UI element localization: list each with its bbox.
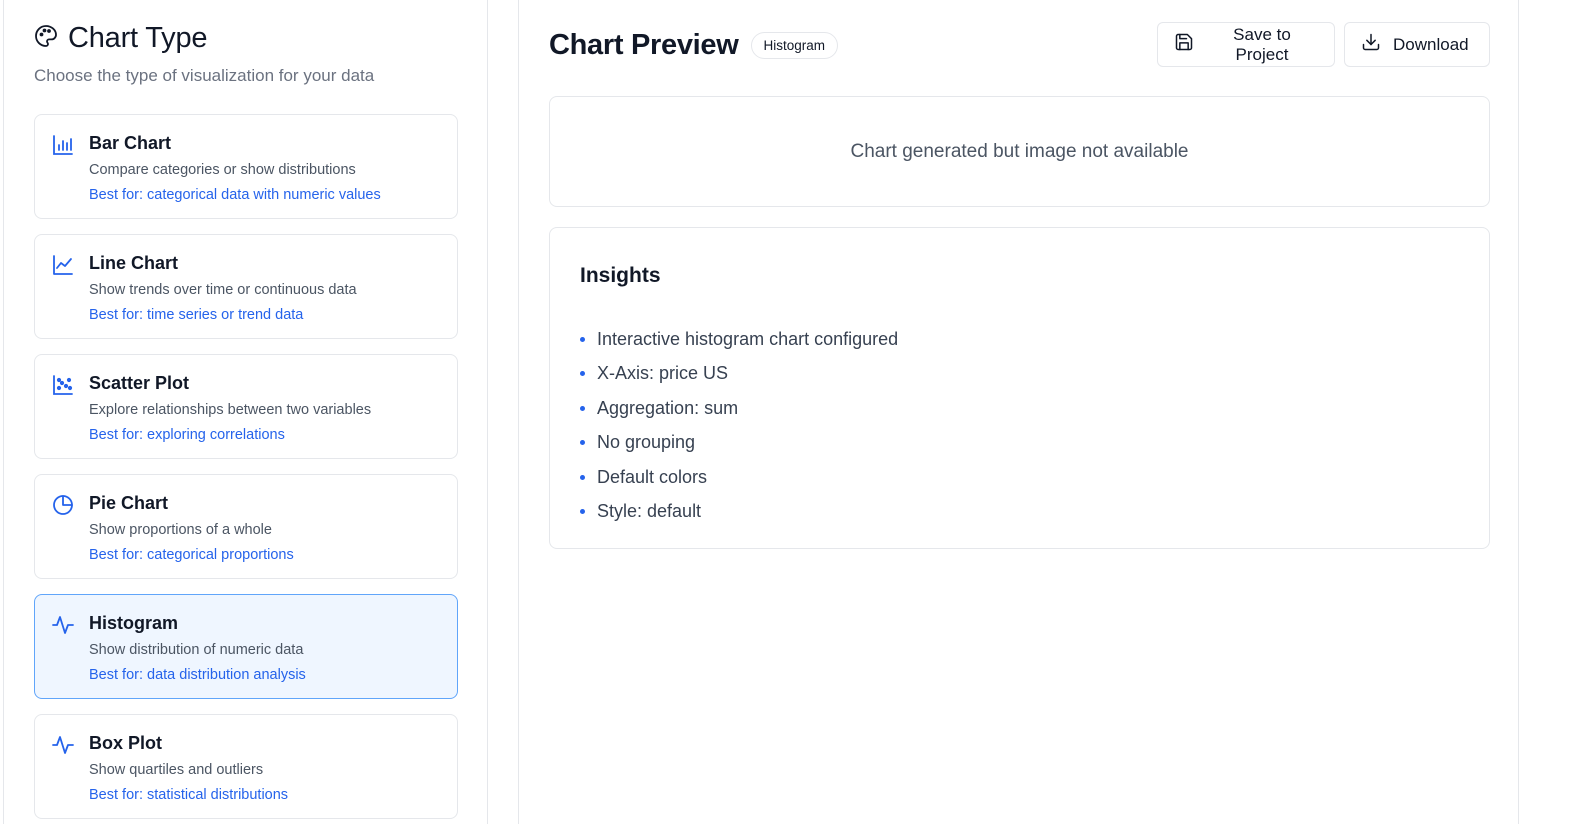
- chart-preview-panel: Chart Preview Histogram Save to Project …: [518, 0, 1519, 824]
- chart-type-card-best: Best for: exploring correlations: [89, 427, 285, 443]
- download-label: Download: [1393, 34, 1469, 54]
- app-page: Chart Type Choose the type of visualizat…: [0, 0, 1593, 824]
- chart-type-card-line[interactable]: Line Chart Show trends over time or cont…: [34, 234, 458, 339]
- pie-chart-icon: [51, 493, 75, 517]
- scatter-plot-icon: [51, 373, 75, 397]
- chart-type-card-pie[interactable]: Pie Chart Show proportions of a whole Be…: [34, 474, 458, 579]
- insight-item: Default colors: [580, 460, 898, 495]
- chart-type-card-best: Best for: data distribution analysis: [89, 667, 306, 683]
- chart-type-card-title: Histogram: [89, 613, 179, 633]
- bullet-icon: [580, 336, 585, 342]
- chart-image-placeholder: Chart generated but image not available: [549, 96, 1490, 207]
- bullet-icon: [580, 509, 585, 515]
- insights-title: Insights: [580, 264, 661, 287]
- insight-text: Default colors: [597, 466, 708, 487]
- chart-type-list: Bar Chart Compare categories or show dis…: [34, 114, 458, 824]
- bar-chart-icon: [51, 133, 75, 157]
- insight-text: Aggregation: sum: [597, 397, 739, 418]
- chart-type-title: Chart Type: [68, 22, 208, 54]
- insights-list: Interactive histogram chart configured X…: [580, 322, 898, 529]
- chart-type-card-title: Line Chart: [89, 253, 179, 273]
- chart-type-card-best: Best for: categorical data with numeric …: [89, 187, 381, 203]
- chart-type-card-scatter[interactable]: Scatter Plot Explore relationships betwe…: [34, 354, 458, 459]
- activity-icon: [51, 613, 75, 637]
- chart-type-header: Chart Type Choose the type of visualizat…: [34, 22, 374, 86]
- line-chart-icon: [51, 253, 75, 277]
- bullet-icon: [580, 474, 585, 480]
- insight-text: Interactive histogram chart configured: [597, 328, 899, 349]
- insights-card: Insights Interactive histogram chart con…: [549, 227, 1490, 549]
- chart-type-card-desc: Compare categories or show distributions: [89, 162, 356, 178]
- bullet-icon: [580, 405, 585, 411]
- chart-type-panel: Chart Type Choose the type of visualizat…: [3, 0, 488, 824]
- bullet-icon: [580, 440, 585, 446]
- save-to-project-button[interactable]: Save to Project: [1157, 22, 1335, 67]
- chart-type-card-desc: Show trends over time or continuous data: [89, 282, 357, 298]
- chart-type-title-row: Chart Type: [34, 22, 374, 55]
- insight-item: Aggregation: sum: [580, 391, 898, 426]
- chart-image-message: Chart generated but image not available: [850, 140, 1189, 162]
- download-icon: [1361, 32, 1381, 57]
- chart-type-card-desc: Show quartiles and outliers: [89, 762, 264, 778]
- chart-preview-title: Chart Preview: [549, 29, 739, 61]
- chart-type-card-desc: Explore relationships between two variab…: [89, 402, 372, 418]
- chart-type-card-best: Best for: time series or trend data: [89, 307, 304, 323]
- chart-type-card-boxplot[interactable]: Box Plot Show quartiles and outliers Bes…: [34, 714, 458, 819]
- chart-type-card-title: Pie Chart: [89, 493, 169, 513]
- chart-type-card-title: Bar Chart: [89, 133, 172, 153]
- chart-type-card-best: Best for: categorical proportions: [89, 547, 294, 563]
- insight-item: Interactive histogram chart configured: [580, 322, 898, 357]
- palette-icon: [34, 24, 58, 53]
- chart-type-badge: Histogram: [750, 32, 839, 59]
- chart-preview-header: Chart Preview Histogram: [549, 29, 839, 62]
- insight-item: No grouping: [580, 426, 898, 461]
- insight-item: Style: default: [580, 495, 898, 530]
- chart-type-card-title: Scatter Plot: [89, 373, 190, 393]
- chart-type-card-best: Best for: statistical distributions: [89, 787, 289, 803]
- download-button[interactable]: Download: [1344, 22, 1490, 67]
- chart-type-card-histogram[interactable]: Histogram Show distribution of numeric d…: [34, 594, 458, 699]
- insight-text: X-Axis: price US: [597, 363, 729, 384]
- save-icon: [1174, 32, 1194, 57]
- chart-type-card-desc: Show distribution of numeric data: [89, 642, 304, 658]
- chart-type-card-title: Box Plot: [89, 733, 163, 753]
- activity-icon: [51, 733, 75, 757]
- insight-text: No grouping: [597, 432, 696, 453]
- bullet-icon: [580, 371, 585, 377]
- insight-item: X-Axis: price US: [580, 357, 898, 392]
- save-to-project-label: Save to Project: [1233, 24, 1291, 64]
- chart-type-subtitle: Choose the type of visualization for you…: [34, 66, 375, 85]
- chart-type-card-desc: Show proportions of a whole: [89, 522, 272, 538]
- chart-type-card-bar[interactable]: Bar Chart Compare categories or show dis…: [34, 114, 458, 219]
- insight-text: Style: default: [597, 501, 702, 522]
